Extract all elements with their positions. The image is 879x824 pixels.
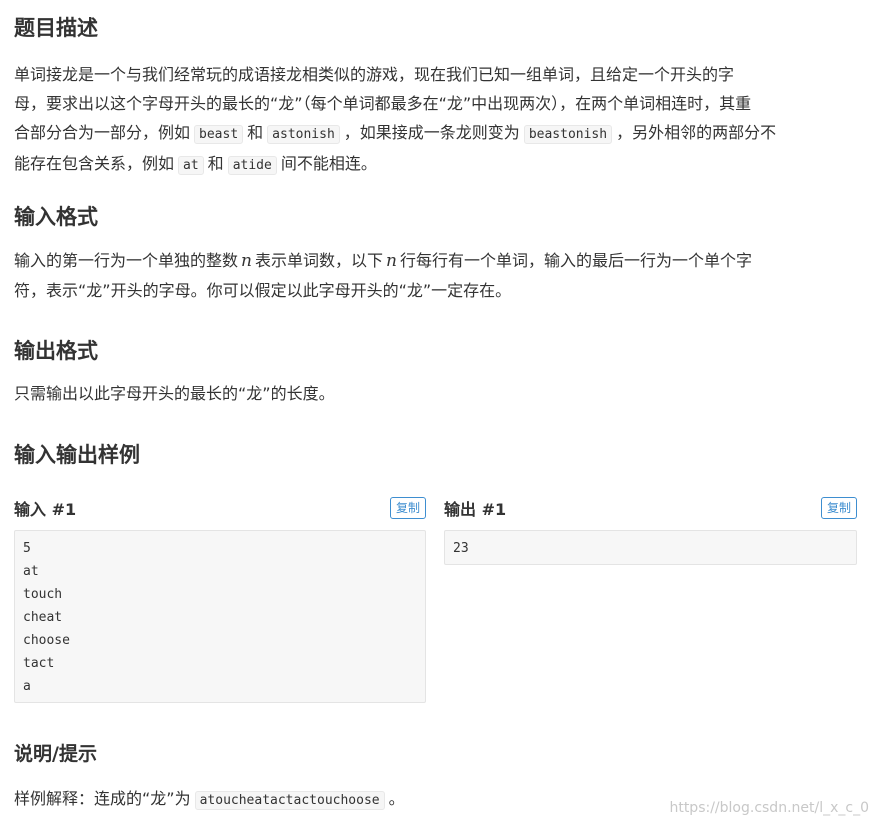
hint-heading: 说明/提示 [14,743,97,765]
math-var-n: n [385,251,397,271]
hint-text-a: 样例解释：连成的“龙”为 [14,789,191,808]
description-line-4-and: 和 [207,154,224,173]
input-format-text-c: 行每行有一个单词，输入的最后一行为一个单个字 [399,251,752,270]
sample-input-line: touch [23,587,63,602]
description-line-1: 单词接龙是一个与我们经常玩的成语接龙相类似的游戏，现在我们已知一组单词，且给定一… [14,65,735,84]
sample-output-title: 输出 #1 [444,500,507,519]
hint-text-b: 。 [388,789,405,808]
samples-heading: 输入输出样例 [14,443,140,467]
problem-page: 题目描述 单词接龙是一个与我们经常玩的成语接龙相类似的游戏，现在我们已知一组单词… [0,0,879,824]
input-format-text: 输入的第一行为一个单独的整数 n 表示单词数，以下 n 行每行有一个单词，输入的最后一行… [14,246,866,305]
description-text: 单词接龙是一个与我们经常玩的成语接龙相类似的游戏，现在我们已知一组单词，且给定一… [14,60,866,180]
sample-input-line: choose [23,633,70,648]
sample-input-line: 5 [23,541,31,556]
input-format-heading: 输入格式 [14,205,98,229]
copy-input-button[interactable]: 复制 [389,497,426,519]
description-line-4-a: 能存在包含关系，例如 [14,154,175,173]
description-heading: 题目描述 [14,16,98,40]
output-format-line: 只需输出以此字母开头的最长的“龙”的长度。 [14,384,335,403]
inline-code-beast: beast [194,125,244,144]
inline-code-astonish: astonish [267,125,340,144]
inline-code-atide: atide [227,156,277,175]
description-line-2: 母，要求出以这个字母开头的最长的“龙”（每个单词都最多在“龙”中出现两次），在两… [14,94,752,113]
sample-output-line: 23 [453,541,469,556]
copy-output-button[interactable]: 复制 [820,497,857,519]
sample-input-header: 输入 #1 复制 [14,496,426,520]
input-format-line-2: 符，表示“龙”开头的字母。你可以假定以此字母开头的“龙”一定存在。 [14,281,512,300]
output-format-heading: 输出格式 [14,339,98,363]
sample-output-box[interactable]: 23 [444,530,857,565]
inline-code-beastonish: beastonish [523,125,613,144]
sample-input-box[interactable]: 5 at touch cheat choose tact a [14,530,426,703]
sample-input-title: 输入 #1 [14,500,77,519]
sample-input-line: a [23,679,31,694]
description-line-3-and: 和 [247,123,264,142]
inline-code-at: at [178,156,204,175]
sample-input-line: cheat [23,610,63,625]
sample-input-line: tact [23,656,55,671]
description-line-3-a: 合部分合为一部分，例如 [14,123,191,142]
math-var-n: n [241,251,252,271]
description-line-3-c: ，另外相邻的两部分不 [616,123,777,142]
sample-input-line: at [23,564,39,579]
description-line-4-b: 间不能相连。 [280,154,377,173]
inline-code-answer: atoucheatactactouchoose [194,791,385,810]
watermark: https://blog.csdn.net/l_x_c_0 [669,800,869,816]
input-format-text-b: 表示单词数，以下 [254,251,383,270]
sample-output-header: 输出 #1 复制 [444,496,857,520]
description-line-3-b: ，如果接成一条龙则变为 [343,123,520,142]
output-format-text: 只需输出以此字母开头的最长的“龙”的长度。 [14,379,866,408]
input-format-text-a: 输入的第一行为一个单独的整数 [14,251,239,270]
